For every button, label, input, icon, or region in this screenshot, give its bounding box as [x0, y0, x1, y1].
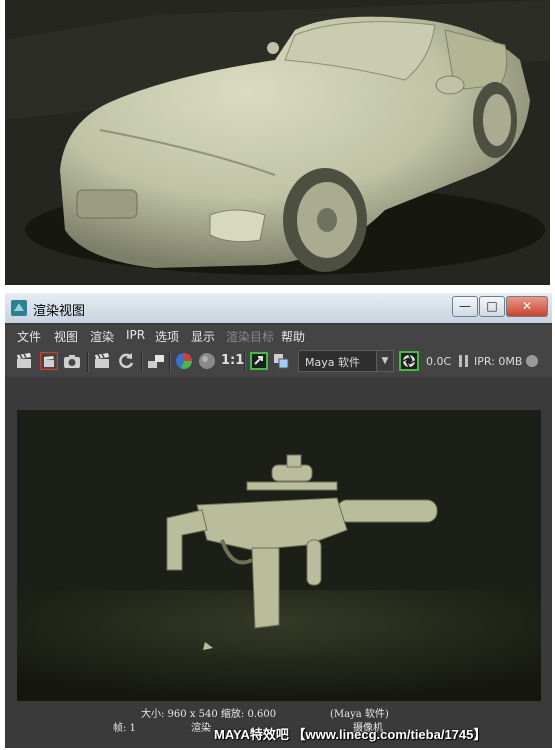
minimize-button[interactable]: —: [452, 296, 478, 317]
clapper-icon[interactable]: [15, 352, 33, 370]
pause-icon[interactable]: [455, 352, 473, 370]
render-viewport: [17, 410, 541, 701]
clapper-region-icon[interactable]: [40, 352, 58, 370]
menu-help[interactable]: 帮助: [281, 328, 305, 345]
render-time: 0.0C: [426, 355, 452, 368]
render-settings-icon[interactable]: [399, 351, 419, 371]
menu-render-target[interactable]: 渲染目标: [226, 328, 274, 345]
alpha-channel-icon[interactable]: [198, 352, 216, 370]
render-label: 渲染: [191, 723, 211, 734]
render-view-window: 渲染视图 — □ ✕ 文件 视图 渲染 IPR 选项 显示 渲染目标 帮助 1:…: [5, 293, 552, 748]
menu-file[interactable]: 文件: [17, 328, 41, 345]
toolbar: 1:1 0.0C IPR: 0MB: [5, 347, 552, 377]
remove-image-icon[interactable]: [272, 352, 290, 370]
rgb-channel-icon[interactable]: [175, 352, 193, 370]
ipr-status-icon: [526, 355, 538, 367]
renderer-dropdown[interactable]: Maya 软件 ▼: [298, 350, 394, 372]
rendered-gun-image: [17, 410, 541, 701]
ipr-clapper-icon[interactable]: [93, 352, 111, 370]
maya-app-icon: [11, 300, 27, 316]
title-bar: 渲染视图 — □ ✕: [5, 293, 552, 323]
menu-options[interactable]: 选项: [155, 328, 179, 345]
maximize-button[interactable]: □: [479, 296, 505, 317]
menu-display[interactable]: 显示: [191, 328, 215, 345]
keep-image-icon[interactable]: [250, 352, 268, 370]
ipr-memory: IPR: 0MB: [474, 355, 523, 368]
snapshot-icon[interactable]: [63, 352, 81, 370]
window-title: 渲染视图: [33, 304, 86, 319]
refresh-icon[interactable]: [117, 352, 135, 370]
menu-ipr[interactable]: IPR: [126, 328, 145, 342]
menu-render[interactable]: 渲染: [90, 328, 114, 345]
chevron-down-icon: ▼: [376, 351, 393, 371]
close-button[interactable]: ✕: [506, 296, 548, 317]
renderer-info: (Maya 软件): [330, 709, 389, 720]
menu-bar: 文件 视图 渲染 IPR 选项 显示 渲染目标 帮助: [5, 325, 552, 347]
watermark: MAYA特效吧 【www.linecg.com/tieba/1745】: [214, 727, 487, 742]
menu-view[interactable]: 视图: [54, 328, 78, 345]
image-size-info: 大小: 960 x 540 缩放: 0.600: [141, 709, 277, 720]
real-size-icon[interactable]: 1:1: [221, 353, 244, 368]
car-render-image: [5, 0, 550, 285]
render-sequence-icon[interactable]: [147, 352, 165, 370]
frame-info: 帧: 1: [113, 723, 136, 734]
renderer-value: Maya 软件: [305, 356, 360, 369]
